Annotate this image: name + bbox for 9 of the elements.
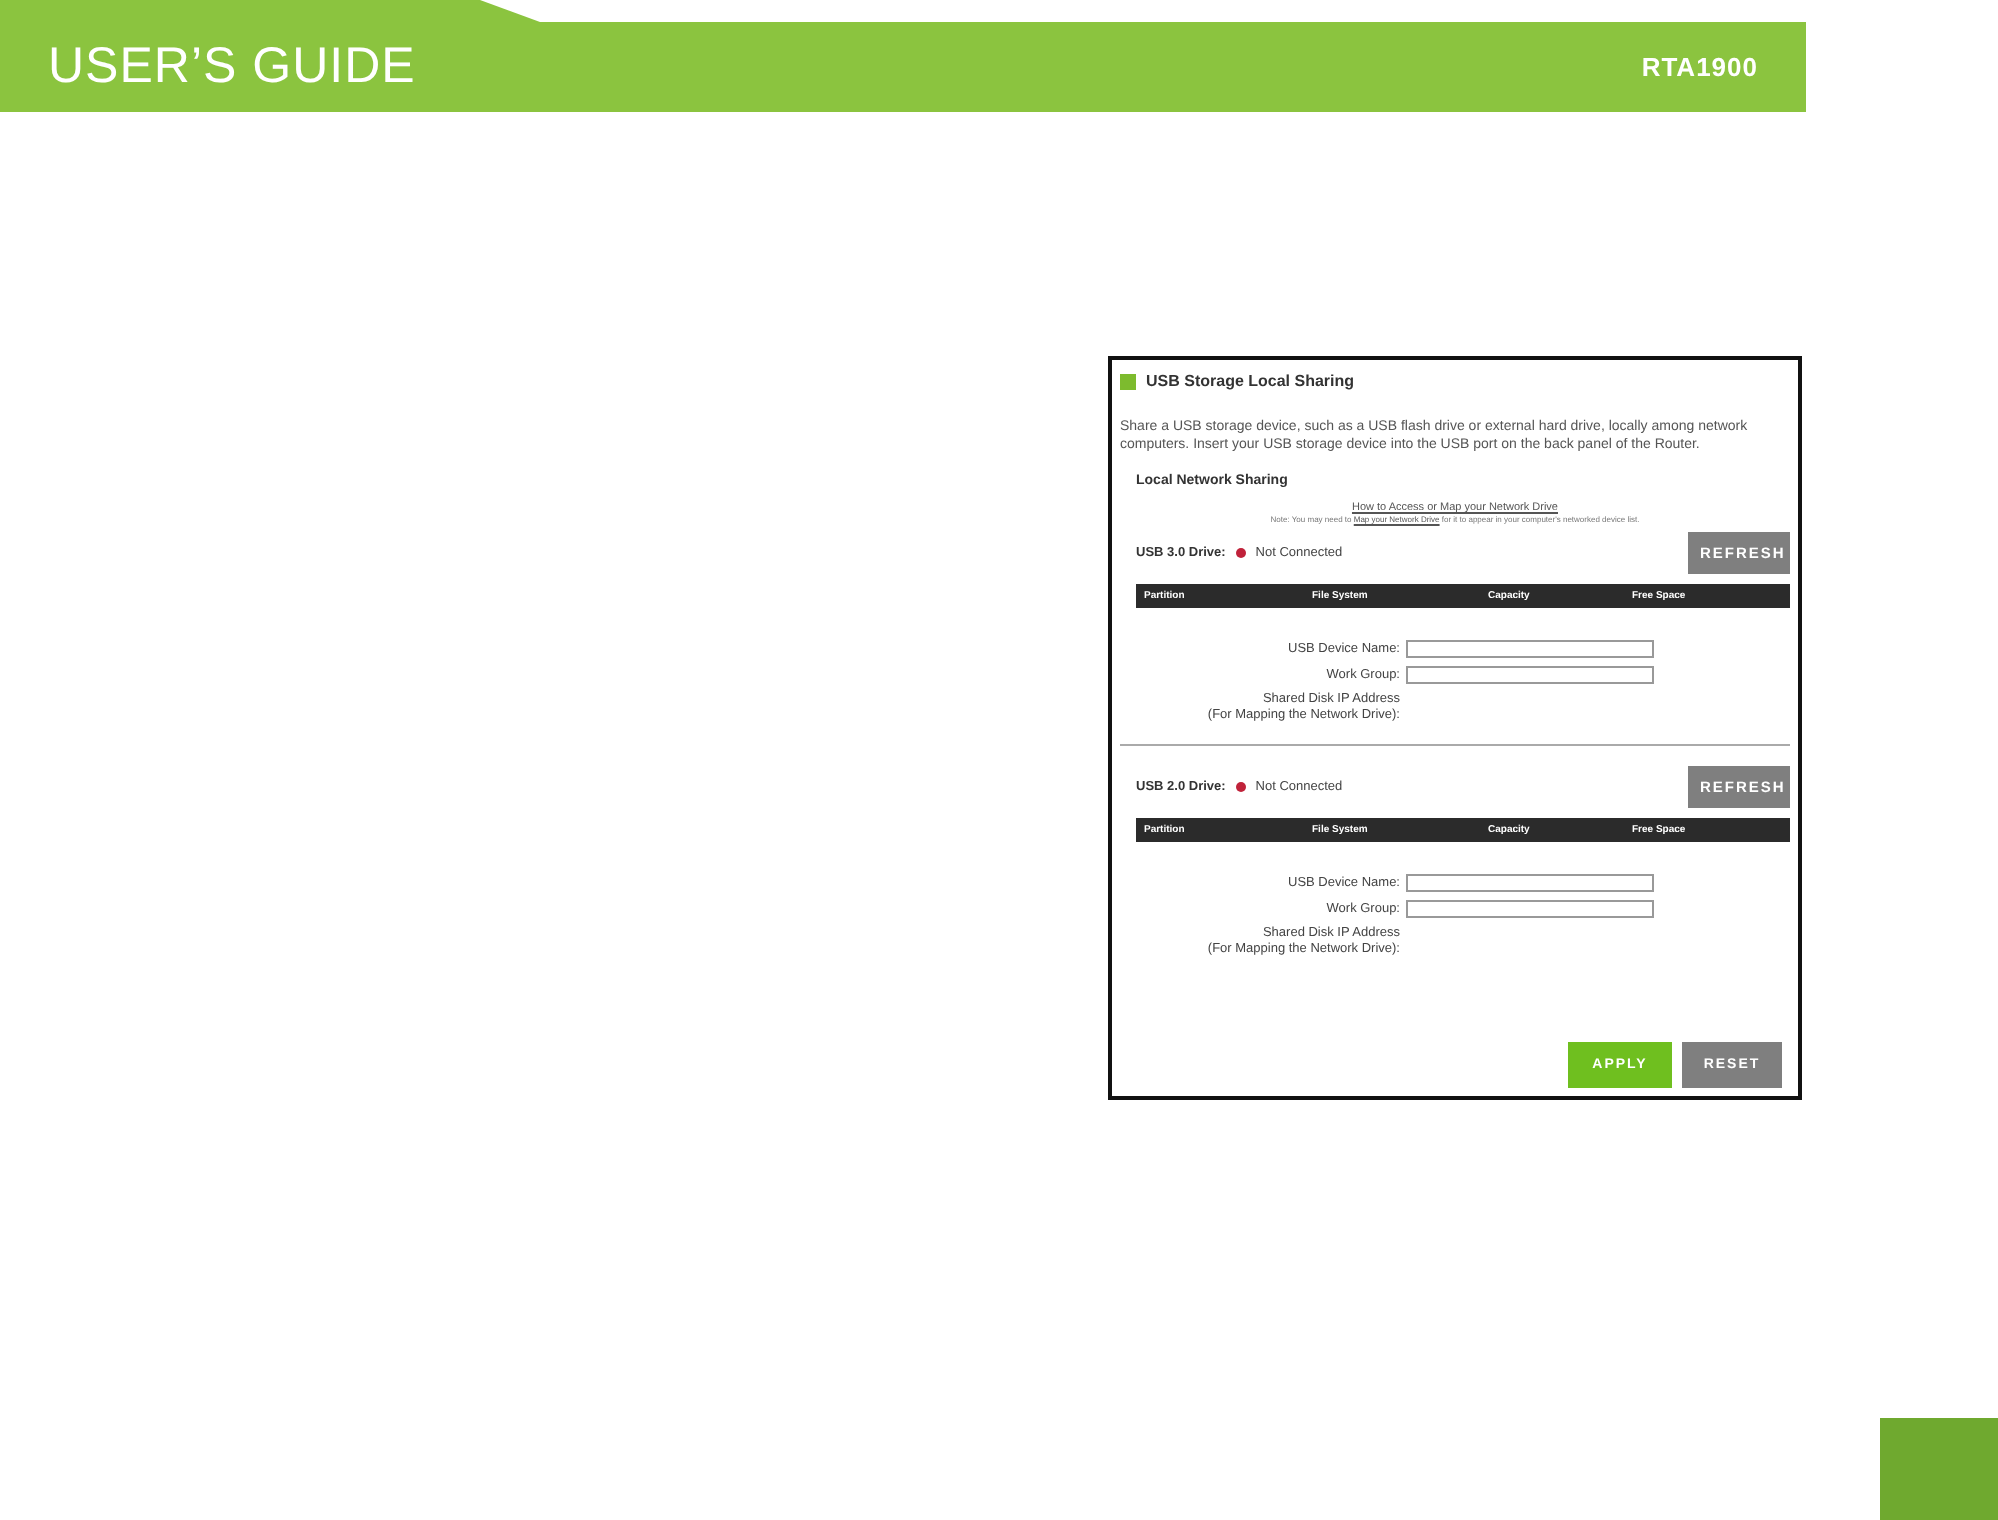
input-field[interactable] (1406, 640, 1654, 658)
square-icon (1120, 373, 1136, 389)
page-corner-block (1880, 1418, 1998, 1520)
input-field[interactable] (1406, 874, 1654, 892)
model-name: RTA1900 (1641, 52, 1758, 82)
input-field[interactable] (1406, 666, 1654, 684)
input-field[interactable] (1406, 900, 1654, 918)
guide-title: USER’S GUIDE (48, 38, 416, 96)
panel-title: USB Storage Local Sharing (1146, 372, 1355, 390)
